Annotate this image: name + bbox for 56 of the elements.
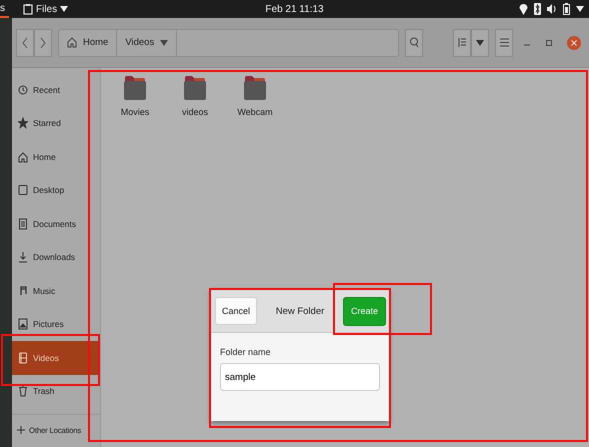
maximize-icon[interactable] — [545, 38, 553, 46]
sidebar-item[interactable]: Pictures — [12, 308, 100, 341]
sidebar-item[interactable]: Documents — [12, 207, 100, 240]
folder-icon — [184, 76, 206, 100]
list-icon — [458, 37, 466, 48]
search-icon — [409, 37, 419, 48]
dialog-title: New Folder — [276, 306, 324, 316]
document-icon — [18, 218, 28, 230]
caret-icon — [160, 40, 168, 46]
music-icon — [18, 284, 28, 297]
folder-name[interactable]: videos — [182, 107, 208, 117]
battery-icon[interactable] — [563, 3, 570, 15]
forward-icon — [40, 36, 46, 48]
volume-icon[interactable] — [547, 4, 557, 14]
sidebar-item[interactable]: Trash — [12, 374, 100, 408]
cancel-button[interactable]: Cancel — [215, 297, 258, 325]
field-label: Folder name — [220, 347, 272, 357]
recent-icon — [18, 84, 28, 96]
clock[interactable]: Feb 21 11:13 — [265, 4, 324, 14]
folder-name-field[interactable]: sample — [220, 363, 380, 391]
sidebar-item[interactable]: Music — [12, 274, 100, 308]
sidebar-item[interactable]: Recent — [12, 73, 100, 106]
star-icon — [18, 117, 28, 130]
sidebar-item[interactable]: Starred — [12, 106, 100, 140]
path-button[interactable]: Videos — [117, 30, 178, 56]
download-icon — [18, 251, 28, 264]
back-icon — [22, 36, 28, 48]
location-pin-icon[interactable] — [519, 4, 528, 14]
video-icon — [18, 352, 28, 364]
close-icon[interactable] — [567, 36, 581, 50]
menu-button[interactable] — [495, 28, 513, 56]
bluetooth-icon[interactable] — [534, 3, 541, 15]
folder-name[interactable]: Webcam — [237, 107, 273, 117]
sidebar-item[interactable]: Downloads — [12, 240, 100, 274]
folder-name[interactable]: Movies — [120, 107, 150, 117]
sidebar-item[interactable]: Home — [12, 140, 100, 174]
picture-icon — [18, 318, 28, 330]
caret-icon — [476, 40, 484, 46]
home-icon — [67, 37, 77, 48]
list-view-button[interactable] — [453, 28, 471, 56]
path-button[interactable]: Home — [59, 30, 118, 56]
caret-icon[interactable] — [576, 6, 584, 12]
trash-icon — [18, 385, 28, 398]
sidebar-item[interactable]: Desktop — [12, 174, 100, 207]
app-menu[interactable]: Files — [36, 4, 58, 14]
folder-icon — [244, 76, 266, 100]
caret-icon — [60, 6, 68, 12]
clipboard-icon — [23, 3, 33, 15]
view-options-button[interactable] — [471, 28, 489, 56]
desktop-icon — [18, 184, 28, 196]
plus-icon — [16, 425, 26, 435]
sidebar-item[interactable]: Videos — [12, 341, 100, 374]
home-icon — [18, 150, 28, 163]
search-button[interactable] — [405, 28, 423, 56]
menu-icon — [500, 38, 508, 47]
folder-icon — [124, 76, 146, 100]
